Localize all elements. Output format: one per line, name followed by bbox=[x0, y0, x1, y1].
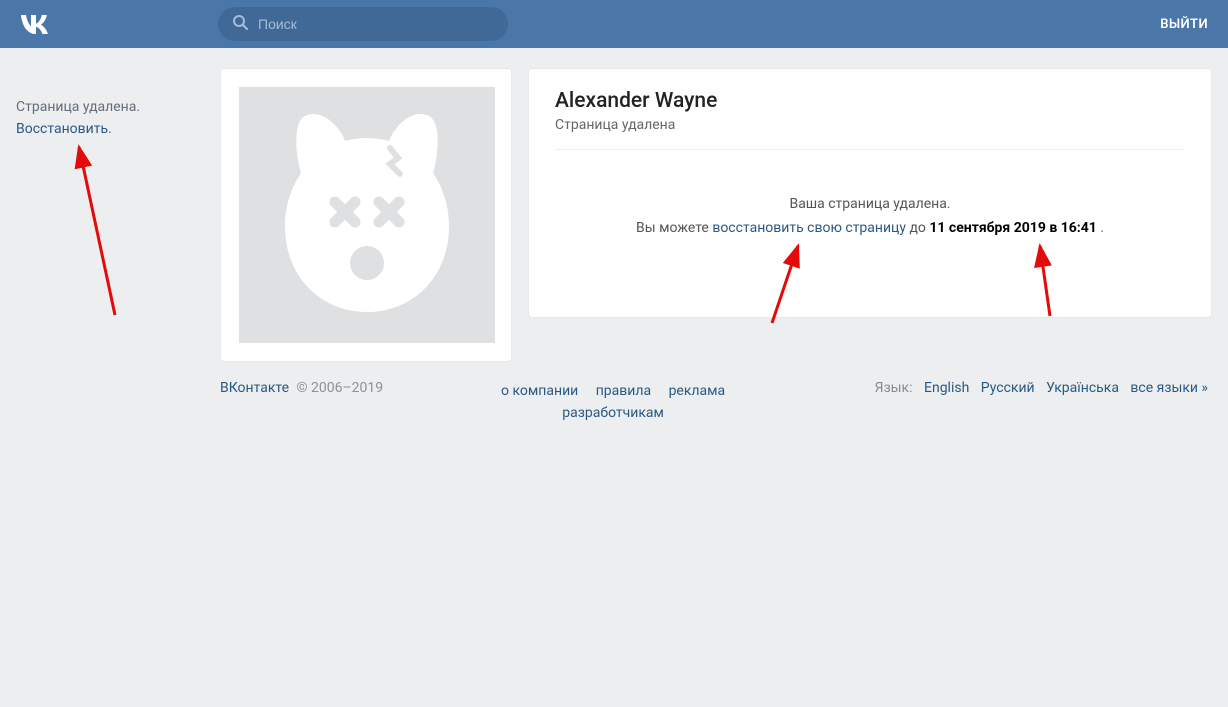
notice-prefix: Вы можете bbox=[636, 220, 712, 236]
sidebar-deleted-text: Страница удалена. bbox=[16, 96, 196, 118]
restore-page-link[interactable]: восстановить свою страницу bbox=[712, 220, 906, 236]
footer-link-ads[interactable]: реклама bbox=[669, 383, 726, 399]
lang-all[interactable]: все языки » bbox=[1130, 380, 1208, 396]
footer: ВКонтакте © 2006–2019 о компании правила… bbox=[220, 380, 1212, 424]
footer-language: Язык: English Русский Українська все язы… bbox=[875, 380, 1212, 396]
footer-brand-block: ВКонтакте © 2006–2019 bbox=[220, 380, 383, 396]
left-sidebar: Страница удалена. Восстановить. bbox=[16, 96, 196, 140]
vk-logo-icon[interactable] bbox=[18, 12, 58, 36]
profile-photo-card bbox=[220, 68, 512, 362]
language-label: Язык: bbox=[875, 380, 913, 396]
footer-links: о компании правила реклама разработчикам bbox=[478, 380, 748, 424]
notice-middle: до bbox=[909, 220, 929, 236]
footer-link-about[interactable]: о компании bbox=[501, 383, 578, 399]
search-icon bbox=[232, 14, 258, 34]
deleted-notice: Ваша страница удалена. Вы можете восстан… bbox=[555, 192, 1185, 240]
notice-line2: Вы можете восстановить свою страницу до … bbox=[555, 216, 1185, 240]
annotation-arrow-icon bbox=[60, 135, 140, 325]
page-body: Alexander Wayne Страница удалена Ваша ст… bbox=[220, 68, 1212, 424]
profile-status: Страница удалена bbox=[555, 117, 1185, 150]
search-bar[interactable] bbox=[218, 7, 508, 41]
profile-name: Alexander Wayne bbox=[555, 89, 1185, 113]
topbar: ВЫЙТИ bbox=[0, 0, 1228, 48]
lang-russian[interactable]: Русский bbox=[981, 380, 1035, 396]
lang-ukrainian[interactable]: Українська bbox=[1046, 380, 1119, 396]
footer-brand-link[interactable]: ВКонтакте bbox=[220, 380, 289, 396]
notice-deadline-date: 11 сентября 2019 в 16:41 bbox=[929, 220, 1096, 236]
notice-suffix: . bbox=[1100, 220, 1104, 236]
sidebar-restore-link[interactable]: Восстановить. bbox=[16, 121, 112, 137]
profile-main-card: Alexander Wayne Страница удалена Ваша ст… bbox=[528, 68, 1212, 318]
logout-link[interactable]: ВЫЙТИ bbox=[1160, 17, 1208, 32]
lang-english[interactable]: English bbox=[924, 380, 969, 396]
search-input[interactable] bbox=[258, 16, 494, 32]
notice-line1: Ваша страница удалена. bbox=[555, 192, 1185, 216]
footer-copyright: © 2006–2019 bbox=[293, 380, 383, 396]
footer-link-rules[interactable]: правила bbox=[596, 383, 651, 399]
deactivated-avatar-icon bbox=[239, 87, 495, 343]
footer-link-devs[interactable]: разработчикам bbox=[562, 405, 664, 421]
